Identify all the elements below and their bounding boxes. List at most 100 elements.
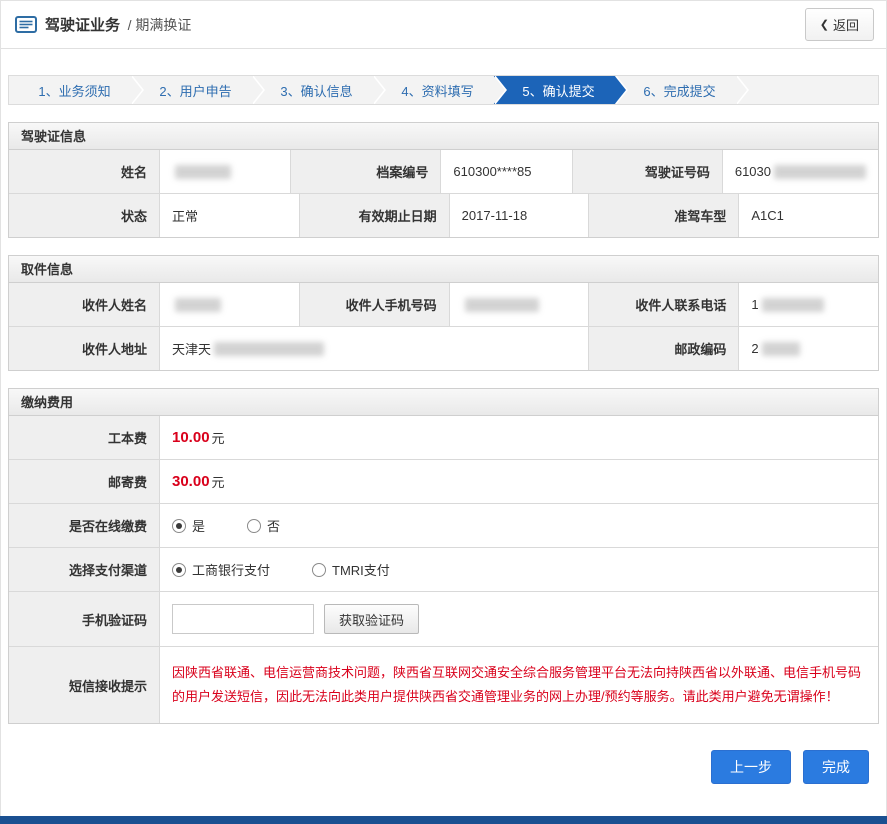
file-no-value: 610300****85 <box>440 150 572 193</box>
name-value <box>159 150 291 193</box>
license-no-label: 驾驶证号码 <box>571 150 722 193</box>
recipient-name-masked <box>175 297 221 312</box>
license-row-1: 姓名 档案编号 610300****85 驾驶证号码 61030 <box>9 150 878 193</box>
sms-notice-label: 短信接收提示 <box>9 647 159 723</box>
mail-fee-label: 邮寄费 <box>9 460 159 503</box>
page: 驾驶证业务 / 期满换证 ❮ 返回 1、业务须知 2、用户申告 3、确认信息 4… <box>0 0 887 816</box>
recipient-mobile-value <box>448 283 589 326</box>
status-label: 状态 <box>9 194 159 237</box>
license-no-value: 61030 <box>721 150 878 193</box>
back-chevron-icon: ❮ <box>819 19 829 31</box>
license-info-section: 驾驶证信息 姓名 档案编号 610300****85 驾驶证号码 61030 状… <box>8 122 879 238</box>
recipient-phone-masked <box>761 297 824 312</box>
radio-channel-tmri-icon[interactable] <box>312 562 327 577</box>
license-section-title: 驾驶证信息 <box>9 123 878 150</box>
online-no-label: 否 <box>267 519 281 534</box>
title-primary: 驾驶证业务 <box>45 17 121 34</box>
get-code-button[interactable]: 获取验证码 <box>324 604 420 634</box>
mail-fee-unit: 元 <box>211 475 225 490</box>
top-header: 驾驶证业务 / 期满换证 ❮ 返回 <box>1 1 886 49</box>
bottom-actions: 上一步 完成 <box>8 724 879 798</box>
main-content: 驾驶证信息 姓名 档案编号 610300****85 驾驶证号码 61030 状… <box>1 122 886 798</box>
footer-bar <box>0 816 887 824</box>
recipient-phone-value: 1 <box>738 283 878 326</box>
document-list-icon <box>15 16 37 33</box>
pickup-row-1: 收件人姓名 收件人手机号码 收件人联系电话 1 <box>9 283 878 326</box>
mail-fee-amount: 30.00 <box>172 473 210 490</box>
pickup-section-title: 取件信息 <box>9 256 878 283</box>
vehicle-value: A1C1 <box>738 194 878 237</box>
page-title: 驾驶证业务 / 期满换证 <box>15 14 191 35</box>
back-button[interactable]: ❮ 返回 <box>804 8 874 41</box>
payment-channel-label: 选择支付渠道 <box>9 548 159 591</box>
radio-online-no-icon[interactable] <box>247 518 262 533</box>
online-yes-label: 是 <box>192 519 206 534</box>
radio-online-yes-icon[interactable] <box>172 518 186 533</box>
postcode-masked <box>761 341 800 356</box>
sms-code-label: 手机验证码 <box>9 592 159 646</box>
name-label: 姓名 <box>9 150 159 193</box>
sms-notice-cell: 因陕西省联通、电信运营商技术问题，陕西省互联网交通安全综合服务管理平台无法向持陕… <box>159 647 878 723</box>
postcode-prefix: 2 <box>751 341 759 356</box>
step-1-business-notes[interactable]: 1、业务须知 <box>9 76 130 104</box>
channel-tmri-option[interactable]: TMRI支付 <box>312 560 390 579</box>
step-label: 4、资料填写 <box>401 83 474 99</box>
step-5-confirm-submit[interactable]: 5、确认提交 <box>493 76 614 104</box>
back-button-label: 返回 <box>832 18 859 33</box>
fees-section-title: 缴纳费用 <box>9 389 878 416</box>
recipient-mobile-label: 收件人手机号码 <box>298 283 449 326</box>
step-label: 6、完成提交 <box>643 83 716 99</box>
online-payment-label: 是否在线缴费 <box>9 504 159 547</box>
recipient-name-value <box>159 283 299 326</box>
step-label: 2、用户申告 <box>159 83 232 99</box>
postcode-value: 2 <box>738 327 878 370</box>
base-fee-amount: 10.00 <box>172 429 210 446</box>
license-row-2: 状态 正常 有效期止日期 2017-11-18 准驾车型 A1C1 <box>9 193 878 237</box>
base-fee-row: 工本费 10.00 元 <box>9 416 878 459</box>
recipient-phone-label: 收件人联系电话 <box>588 283 739 326</box>
name-masked-value <box>175 164 231 179</box>
online-no-option[interactable]: 否 <box>247 516 280 535</box>
recipient-mobile-masked <box>464 297 539 312</box>
sms-code-cell: 获取验证码 <box>159 592 878 646</box>
step-6-complete-submit[interactable]: 6、完成提交 <box>614 76 735 104</box>
fees-section: 缴纳费用 工本费 10.00 元 邮寄费 30.00 元 是否在线缴费 是 否 … <box>8 388 879 724</box>
title-secondary: / 期满换证 <box>127 17 192 33</box>
postcode-label: 邮政编码 <box>588 327 739 370</box>
online-yes-option[interactable]: 是 <box>172 516 205 535</box>
license-no-prefix: 61030 <box>734 164 771 179</box>
previous-step-button[interactable]: 上一步 <box>711 750 791 784</box>
base-fee-label: 工本费 <box>9 416 159 459</box>
base-fee-unit: 元 <box>211 431 225 446</box>
sms-code-row: 手机验证码 获取验证码 <box>9 591 878 646</box>
stepbar-wrap: 1、业务须知 2、用户申告 3、确认信息 4、资料填写 5、确认提交 6、完成提… <box>1 49 886 105</box>
sms-notice-text: 因陕西省联通、电信运营商技术问题，陕西省互联网交通安全综合服务管理平台无法向持陕… <box>172 665 862 704</box>
sms-code-input[interactable] <box>172 604 314 634</box>
step-label: 1、业务须知 <box>38 83 111 99</box>
recipient-name-label: 收件人姓名 <box>9 283 159 326</box>
step-label: 5、确认提交 <box>522 83 595 99</box>
step-progress-bar: 1、业务须知 2、用户申告 3、确认信息 4、资料填写 5、确认提交 6、完成提… <box>8 75 879 105</box>
step-4-fill-data[interactable]: 4、资料填写 <box>372 76 493 104</box>
address-prefix: 天津天 <box>172 342 212 357</box>
radio-channel-icbc-icon[interactable] <box>172 562 186 577</box>
channel-tmri-label: TMRI支付 <box>332 563 390 578</box>
base-fee-value: 10.00 元 <box>159 416 878 459</box>
channel-icbc-option[interactable]: 工商银行支付 <box>172 560 270 579</box>
address-masked <box>214 341 325 356</box>
mail-fee-row: 邮寄费 30.00 元 <box>9 459 878 503</box>
payment-channel-options: 工商银行支付 TMRI支付 <box>159 548 878 591</box>
online-payment-row: 是否在线缴费 是 否 <box>9 503 878 547</box>
pickup-row-2: 收件人地址 天津天 邮政编码 2 <box>9 326 878 370</box>
license-no-masked <box>774 164 866 179</box>
expiry-value: 2017-11-18 <box>448 194 589 237</box>
step-2-user-declaration[interactable]: 2、用户申告 <box>130 76 251 104</box>
finish-button[interactable]: 完成 <box>803 750 869 784</box>
address-label: 收件人地址 <box>9 327 159 370</box>
pickup-info-section: 取件信息 收件人姓名 收件人手机号码 收件人联系电话 1 收件人地址 天津天 邮… <box>8 255 879 371</box>
step-label: 3、确认信息 <box>280 83 353 99</box>
file-no-label: 档案编号 <box>290 150 441 193</box>
mail-fee-value: 30.00 元 <box>159 460 878 503</box>
sms-notice-row: 短信接收提示 因陕西省联通、电信运营商技术问题，陕西省互联网交通安全综合服务管理… <box>9 646 878 723</box>
step-3-confirm-info[interactable]: 3、确认信息 <box>251 76 372 104</box>
